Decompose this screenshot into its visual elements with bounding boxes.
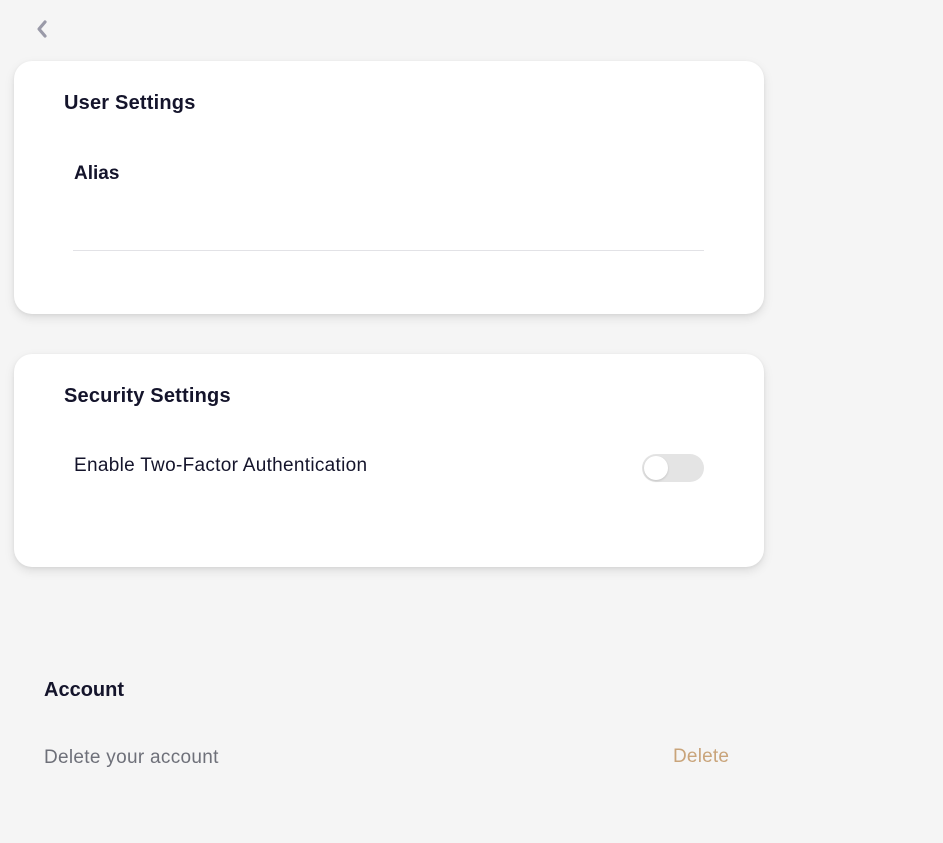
user-settings-card: User Settings Alias bbox=[14, 61, 764, 314]
delete-account-description: Delete your account bbox=[44, 747, 219, 768]
toggle-knob bbox=[644, 456, 668, 480]
security-settings-title: Security Settings bbox=[64, 385, 231, 407]
security-settings-card: Security Settings Enable Two-Factor Auth… bbox=[14, 354, 764, 567]
two-factor-toggle[interactable] bbox=[642, 454, 704, 482]
user-settings-title: User Settings bbox=[64, 92, 196, 114]
account-title: Account bbox=[44, 679, 124, 701]
alias-input[interactable] bbox=[73, 201, 704, 251]
alias-label: Alias bbox=[74, 163, 120, 184]
chevron-left-icon bbox=[35, 19, 49, 44]
delete-account-button[interactable]: Delete bbox=[673, 746, 729, 768]
two-factor-label: Enable Two-Factor Authentication bbox=[74, 455, 368, 476]
back-button[interactable] bbox=[31, 19, 53, 44]
